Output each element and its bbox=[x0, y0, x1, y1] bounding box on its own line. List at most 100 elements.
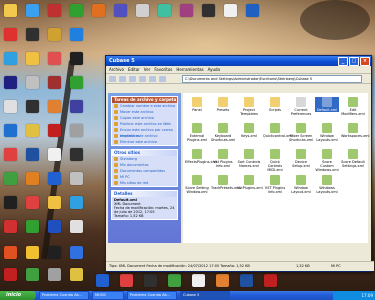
desktop-icon[interactable] bbox=[4, 220, 17, 233]
file-item[interactable]: Windows Layouts.xml bbox=[315, 175, 339, 194]
file-item[interactable]: Keys.xml bbox=[237, 123, 261, 138]
file-item[interactable]: Mixer Screen Shortcuts.xml bbox=[289, 123, 313, 142]
menu-ayuda[interactable]: Ayuda bbox=[208, 67, 220, 72]
file-item[interactable]: Score Setting Window.xml bbox=[185, 175, 209, 194]
desktop-icon[interactable] bbox=[48, 76, 61, 89]
file-item[interactable]: VST Plugins Info.xml bbox=[263, 175, 287, 194]
desktop-icon[interactable] bbox=[26, 172, 39, 185]
menu-favoritos[interactable]: Favoritos bbox=[154, 67, 172, 72]
file-item[interactable]: Keyboard Shortcuts.xml bbox=[211, 123, 235, 142]
file-item[interactable]: EffectsPlugins.xml bbox=[185, 149, 217, 164]
desktop-icon[interactable] bbox=[26, 246, 39, 259]
desktop-icon[interactable] bbox=[96, 274, 109, 287]
desktop-icon[interactable] bbox=[4, 196, 17, 209]
desktop-icon[interactable] bbox=[48, 4, 61, 17]
file-item[interactable]: TrackPresets.xml bbox=[211, 175, 240, 190]
menu-archivo[interactable]: Archivo bbox=[109, 67, 124, 72]
desktop-icon[interactable] bbox=[240, 274, 253, 287]
desktop-icon[interactable] bbox=[4, 172, 17, 185]
file-item[interactable]: Quick Controls MIDI.xml bbox=[263, 149, 287, 172]
file-item[interactable]: External Plugins.xml bbox=[185, 123, 209, 142]
window-titlebar[interactable]: Cubase 5 _ □ × bbox=[106, 56, 371, 66]
desktop-icon[interactable] bbox=[246, 4, 259, 17]
taskbar-item[interactable]: Problema Cuando Ab... bbox=[127, 291, 177, 300]
desktop-icon[interactable] bbox=[4, 100, 17, 113]
desktop-icon[interactable] bbox=[70, 124, 83, 137]
desktop-icon[interactable] bbox=[26, 196, 39, 209]
folder-item[interactable]: Presets bbox=[211, 97, 235, 112]
address-bar[interactable]: C:\Documents and Settings\Administrador\… bbox=[182, 75, 362, 83]
desktop-icon[interactable] bbox=[4, 148, 17, 161]
menu-herramientas[interactable]: Herramientas bbox=[176, 67, 203, 72]
desktop-icon[interactable] bbox=[70, 196, 83, 209]
desktop-icon[interactable] bbox=[48, 28, 61, 41]
desktop-icon[interactable] bbox=[48, 220, 61, 233]
desktop-icon[interactable] bbox=[70, 148, 83, 161]
desktop-icon[interactable] bbox=[26, 100, 39, 113]
search-button[interactable] bbox=[139, 75, 146, 82]
folder-item[interactable]: Scripts bbox=[263, 97, 287, 112]
file-item[interactable]: Device Setup.xml bbox=[289, 149, 313, 168]
file-item[interactable]: Window Layout.xml bbox=[289, 175, 313, 194]
close-button[interactable]: × bbox=[360, 56, 370, 66]
desktop-icon[interactable] bbox=[136, 4, 149, 17]
desktop-icon[interactable] bbox=[4, 28, 17, 41]
desktop-icon[interactable] bbox=[48, 100, 61, 113]
forward-button[interactable] bbox=[119, 75, 126, 82]
file-item[interactable]: Workspaces.xml bbox=[341, 123, 370, 138]
file-item[interactable]: Window Layouts.xml bbox=[315, 123, 339, 142]
file-item[interactable]: Vst Plugins Info.xml bbox=[211, 149, 235, 168]
file-item[interactable]: VstPlugins.xml bbox=[237, 175, 263, 190]
desktop-icon[interactable] bbox=[48, 196, 61, 209]
desktop-icon[interactable] bbox=[70, 4, 83, 17]
minimize-button[interactable]: _ bbox=[338, 56, 348, 66]
file-item[interactable]: Current Preferences bbox=[289, 97, 313, 116]
desktop-icon[interactable] bbox=[48, 52, 61, 65]
desktop-icon[interactable] bbox=[48, 246, 61, 259]
desktop-icon[interactable] bbox=[26, 124, 39, 137]
desktop-icon[interactable] bbox=[26, 76, 39, 89]
desktop-icon[interactable] bbox=[48, 268, 61, 281]
desktop-icon[interactable] bbox=[114, 4, 127, 17]
start-button[interactable]: inicio bbox=[0, 291, 36, 300]
file-item[interactable]: Edit Modifiers.xml bbox=[341, 97, 365, 116]
desktop-icon[interactable] bbox=[26, 4, 39, 17]
desktop-icon[interactable] bbox=[180, 4, 193, 17]
taskbar-item-active[interactable]: Cubase 5 bbox=[180, 291, 230, 300]
clock[interactable]: 17:09 bbox=[361, 293, 373, 298]
desktop-icon[interactable] bbox=[120, 274, 133, 287]
back-button[interactable] bbox=[109, 75, 116, 82]
desktop-icon[interactable] bbox=[48, 148, 61, 161]
up-folder-button[interactable] bbox=[129, 75, 136, 82]
desktop-icon[interactable] bbox=[70, 52, 83, 65]
desktop-icon[interactable] bbox=[4, 246, 17, 259]
menu-editar[interactable]: Editar bbox=[128, 67, 140, 72]
file-item-selected[interactable]: Default.xml bbox=[315, 97, 339, 112]
taskbar-item[interactable]: MUSIC bbox=[92, 291, 124, 300]
desktop-icon[interactable] bbox=[26, 28, 39, 41]
folder-item[interactable]: Panel bbox=[185, 97, 209, 112]
desktop-icon[interactable] bbox=[70, 76, 83, 89]
desktop-icon[interactable] bbox=[70, 268, 83, 281]
desktop-icon[interactable] bbox=[26, 220, 39, 233]
desktop-icon[interactable] bbox=[192, 274, 205, 287]
desktop-icon[interactable] bbox=[224, 4, 237, 17]
desktop-icon[interactable] bbox=[144, 274, 157, 287]
desktop-icon[interactable] bbox=[4, 268, 17, 281]
desktop-icon[interactable] bbox=[26, 52, 39, 65]
desktop-icon[interactable] bbox=[70, 246, 83, 259]
desktop-icon[interactable] bbox=[92, 4, 105, 17]
place-item[interactable]: Mis sitios de red bbox=[112, 180, 177, 186]
desktop-icon[interactable] bbox=[70, 220, 83, 233]
file-item[interactable]: Score Default Settings.xml bbox=[341, 149, 365, 168]
desktop-icon[interactable] bbox=[4, 124, 17, 137]
desktop-icon[interactable] bbox=[70, 172, 83, 185]
desktop-icon[interactable] bbox=[48, 172, 61, 185]
folders-button[interactable] bbox=[149, 75, 156, 82]
desktop-icon[interactable] bbox=[4, 76, 17, 89]
desktop-icon[interactable] bbox=[264, 274, 277, 287]
desktop-icon[interactable] bbox=[202, 4, 215, 17]
desktop-icon[interactable] bbox=[70, 28, 83, 41]
file-item[interactable]: Sort Controls Names.xml bbox=[237, 149, 261, 168]
desktop-icon[interactable] bbox=[48, 124, 61, 137]
